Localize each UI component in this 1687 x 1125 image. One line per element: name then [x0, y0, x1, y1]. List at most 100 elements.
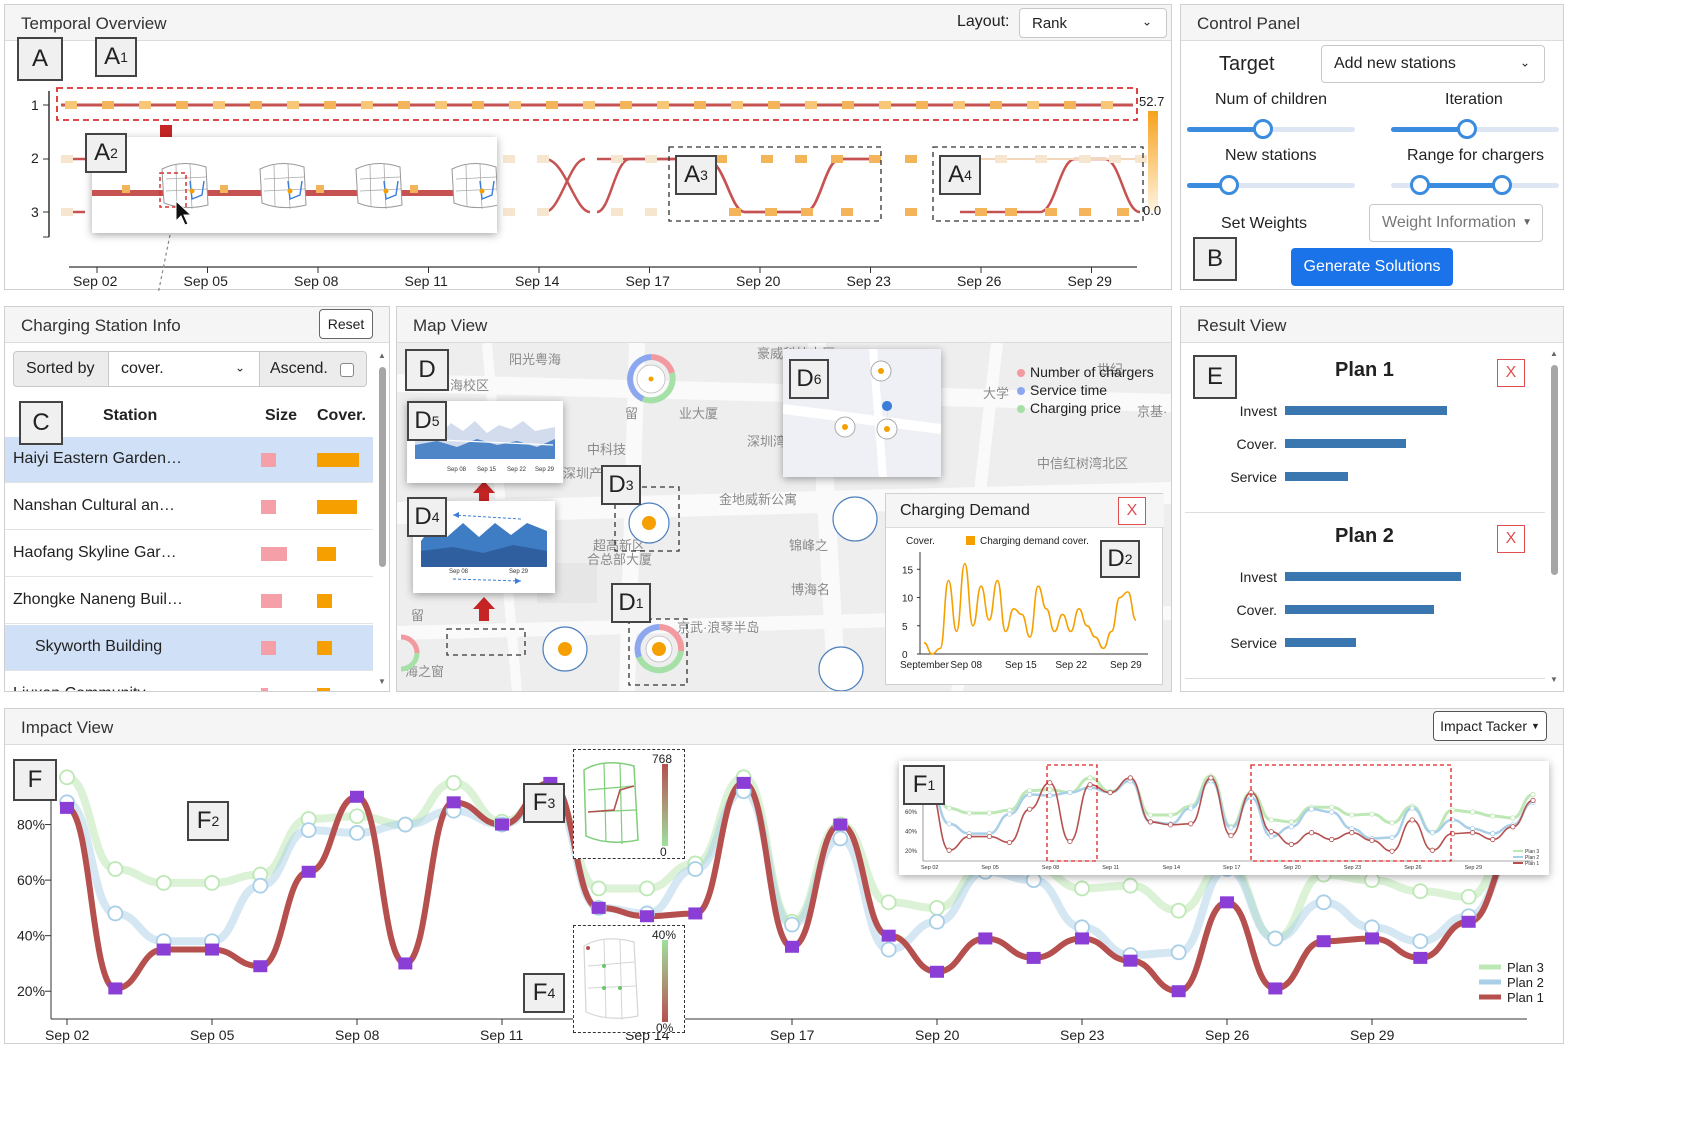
station-row[interactable]: Zhongke Naneng Buil… — [5, 578, 373, 624]
slider-thumb[interactable] — [1409, 175, 1430, 195]
plan-metric-bar — [1285, 439, 1406, 448]
tag-d5: D5 — [407, 401, 447, 441]
scroll-thumb[interactable] — [1551, 365, 1558, 575]
f1-plan3-point — [1469, 809, 1476, 815]
weight-info-value: Weight Information — [1382, 214, 1516, 231]
slider-thumb[interactable] — [1252, 119, 1273, 139]
station-row[interactable]: Haofang Skyline Gar… — [5, 531, 373, 577]
f1-plan1-point — [1167, 822, 1174, 828]
rank1-day-mark — [213, 101, 225, 109]
impact-ytick-label: 20% — [17, 983, 45, 999]
scroll-up-icon[interactable]: ▲ — [378, 351, 386, 360]
scroll-up-icon[interactable]: ▲ — [1550, 349, 1558, 358]
rank-day-mark — [503, 208, 515, 216]
plan2-point — [784, 916, 800, 933]
remove-plan-button[interactable]: X — [1497, 359, 1525, 387]
f1-plan1-point — [1228, 832, 1234, 839]
slider-thumb[interactable] — [1219, 175, 1239, 195]
rank1-marks — [65, 101, 1113, 109]
reset-button[interactable]: Reset — [319, 309, 373, 339]
result-view-header: Result View — [1181, 307, 1563, 343]
generate-solutions-button[interactable]: Generate Solutions — [1291, 248, 1453, 286]
remove-plan-button[interactable]: X — [1497, 525, 1525, 553]
result-view-panel: Result View Plan 1 X Invest Cover. Service Pl… — [1180, 306, 1564, 692]
col-cover-header: Cover. — [317, 407, 366, 424]
a2-map-glyphs — [122, 163, 499, 210]
demand-xtick-label: Sep 29 — [1110, 660, 1142, 671]
rank-day-mark — [1079, 155, 1091, 163]
station-name: Skyworth Building — [35, 638, 163, 655]
tag-d2: D2 — [1100, 540, 1140, 578]
num-children-slider[interactable] — [1187, 119, 1355, 139]
sort-field-select[interactable]: cover. ⌄ — [108, 351, 260, 387]
rank-day-mark — [795, 155, 807, 163]
impact-xtick-label: Sep 26 — [1205, 1027, 1250, 1043]
f1-plan3-point — [1490, 813, 1496, 819]
f1-plan2-point — [1047, 792, 1053, 799]
range-chargers-slider[interactable] — [1391, 175, 1559, 195]
rank-day-mark — [995, 155, 1007, 163]
slider-thumb[interactable] — [1456, 119, 1477, 139]
f1-plan1-point — [1469, 830, 1476, 836]
f4-network-map: 40% 0% — [583, 928, 676, 1035]
rank1-day-mark — [472, 101, 484, 109]
plan1-point — [1220, 896, 1234, 909]
rank1-day-mark — [620, 101, 632, 109]
target-select[interactable]: Add new stations ⌄ — [1321, 45, 1545, 83]
scroll-down-icon[interactable]: ▼ — [1550, 675, 1558, 684]
plan1-point — [1075, 932, 1089, 945]
new-stations-slider[interactable] — [1187, 175, 1355, 195]
station-scrollbar[interactable]: ▲ ▼ — [377, 351, 387, 691]
rank1-day-mark — [768, 101, 780, 109]
f1-plan3-point — [946, 805, 952, 811]
rank-day-mark — [1079, 208, 1091, 216]
close-demand-button[interactable]: X — [1118, 497, 1146, 525]
plan3-point — [155, 874, 172, 891]
rank1-day-mark — [287, 101, 299, 109]
plan3-point — [1074, 880, 1090, 897]
slider-fill — [1391, 127, 1467, 132]
f1-plan1-point — [1288, 841, 1294, 847]
f1-plan1-point — [1329, 836, 1335, 843]
rank-day-mark — [1035, 155, 1047, 163]
mini-map-glyph — [161, 163, 209, 210]
weight-info-dropdown[interactable]: Weight Information ▼ — [1369, 204, 1543, 242]
f1-plan3-point — [966, 810, 972, 816]
generate-solutions-label: Generate Solutions — [1303, 258, 1441, 275]
plan1-point — [785, 940, 799, 953]
value-color-scale — [1148, 111, 1158, 211]
plan-metric-label: Cover. — [1236, 602, 1277, 618]
f3-network-inset: 768 0 — [573, 749, 685, 859]
rank-day-mark — [61, 155, 73, 163]
f1-plan2-point — [1429, 830, 1435, 836]
station-row[interactable]: Liuxan Community — [5, 672, 373, 691]
demand-legend-swatch — [966, 536, 975, 545]
station-row[interactable]: Skyworth Building — [5, 625, 373, 671]
plan3-point — [639, 880, 655, 897]
rank1-day-mark — [879, 101, 891, 109]
slider-thumb[interactable] — [1491, 175, 1512, 195]
rank1-day-mark — [1101, 101, 1113, 109]
tag-sub: 1 — [635, 595, 644, 611]
tag-letter: F — [912, 771, 928, 798]
rank1-day-mark — [694, 101, 706, 109]
tag-letter: C — [32, 409, 50, 436]
plan-card[interactable]: Plan 1 X Invest Cover. Service — [1185, 349, 1545, 513]
rank-day-mark — [537, 155, 549, 163]
iteration-slider[interactable] — [1391, 119, 1559, 139]
rank1-day-mark — [65, 101, 77, 109]
plan-card[interactable]: Plan 2 X Invest Cover. Service — [1185, 515, 1545, 679]
plan1-point — [156, 943, 171, 956]
tag-f2: F2 — [187, 801, 229, 841]
result-scrollbar[interactable]: ▲ ▼ — [1549, 349, 1559, 689]
panel-title: Charging Station Info — [21, 316, 181, 335]
map-canvas[interactable]: 阳光粤海豪威科技大厦世纪粤海校区留业大厦深圳湾京基·中科技深圳产中信红树湾北区金… — [397, 343, 1171, 691]
plan1-point — [446, 796, 461, 809]
tag-d4: D4 — [407, 497, 447, 537]
ascend-checkbox[interactable] — [340, 363, 354, 377]
station-row[interactable]: Nanshan Cultural an… — [5, 484, 373, 530]
scroll-thumb[interactable] — [379, 367, 386, 567]
f1-xtick-label: Sep 08 — [1042, 865, 1059, 871]
plan3-point — [929, 899, 945, 916]
scroll-down-icon[interactable]: ▼ — [378, 677, 386, 686]
